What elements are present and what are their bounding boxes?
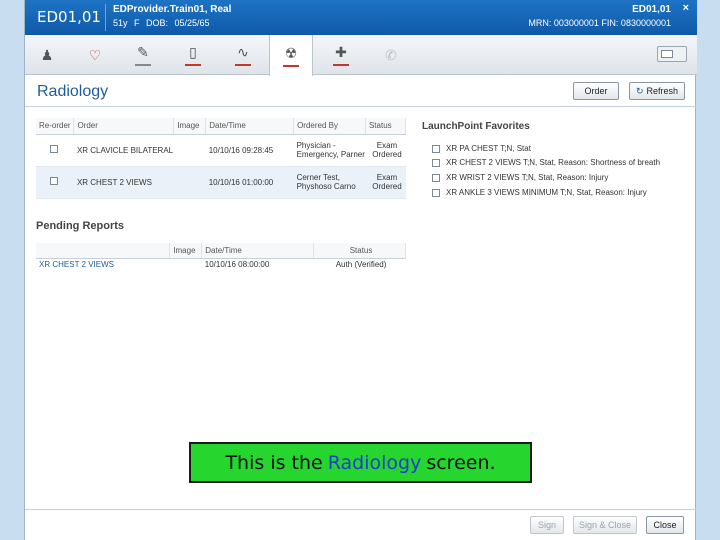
favorite-label: XR CHEST 2 VIEWS T;N, Stat, Reason: Shor…	[446, 158, 661, 167]
pending-reports-table: Image Date/Time Status XR CHEST 2 VIEWS …	[36, 243, 406, 271]
radiology-tab[interactable]: ☢	[269, 35, 313, 76]
close-button[interactable]: Close	[646, 516, 684, 534]
order-datetime: 10/10/16 01:00:00	[205, 166, 294, 199]
patient-ids: MRN: 003000001 FIN: 0830000001	[528, 18, 671, 28]
test-tube-icon: ▯	[189, 44, 197, 60]
page-title: Radiology	[37, 83, 109, 100]
caption-box: This is the Radiology screen.	[189, 442, 532, 483]
heart-button[interactable]: ♡	[73, 35, 117, 75]
refresh-icon: ↻	[635, 85, 644, 96]
order-status: Exam Ordered	[365, 134, 406, 167]
vitals-underline	[235, 64, 251, 66]
col-datetime[interactable]: Date/Time	[205, 118, 295, 135]
test-tube-button[interactable]: ▯	[171, 35, 215, 75]
vitals-icon: ∿	[237, 44, 249, 60]
medkit-icon: ✚	[335, 44, 347, 60]
header-divider	[25, 106, 697, 107]
stamp-button[interactable]: ♟	[25, 35, 69, 75]
footer-divider	[25, 509, 697, 510]
banner-divider	[105, 4, 106, 31]
order-datetime: 10/10/16 09:28:45	[205, 134, 294, 167]
order-button[interactable]: Order	[573, 82, 619, 100]
table-row[interactable]: XR CLAVICLE BILATERAL 10/10/16 09:28:45 …	[36, 134, 406, 167]
order-status: Exam Ordered	[365, 166, 406, 199]
radiation-icon: ☢	[284, 44, 298, 61]
reorder-checkbox[interactable]	[50, 177, 58, 185]
heart-icon: ♡	[88, 46, 102, 63]
order-image	[173, 134, 206, 167]
favorite-item[interactable]: XR WRIST 2 VIEWS T;N, Stat, Reason: Inju…	[432, 173, 608, 182]
caption-before: This is the	[225, 451, 323, 474]
location-label: ED01,01	[37, 8, 101, 26]
order-name: XR CHEST 2 VIEWS	[73, 166, 174, 199]
col-image[interactable]: Image	[169, 243, 203, 259]
table-row[interactable]: XR CHEST 2 VIEWS 10/10/16 08:00:00 Auth …	[36, 258, 406, 271]
stamp-icon: ♟	[40, 46, 54, 63]
phone-button[interactable]: ✆	[369, 35, 413, 75]
favorite-checkbox[interactable]	[432, 144, 440, 153]
caption-highlight: Radiology	[327, 451, 422, 474]
col-datetime[interactable]: Date/Time	[201, 243, 315, 259]
favorite-item[interactable]: XR CHEST 2 VIEWS T;N, Stat, Reason: Shor…	[432, 158, 660, 167]
favorite-item[interactable]: XR PA CHEST T;N, Stat	[432, 144, 531, 153]
col-status[interactable]: Status	[365, 118, 407, 135]
orders-table: Re-order Order Image Date/Time Ordered B…	[36, 118, 407, 199]
layout-toggle-button[interactable]	[657, 46, 687, 62]
col-reorder[interactable]: Re-order	[36, 118, 75, 135]
toolbar: ♟ ♡ ✎ ▯ ∿ ☢ ✚ ✆	[25, 35, 697, 76]
favorite-checkbox[interactable]	[432, 188, 440, 197]
order-ordered-by: Physician - Emergency, Parner	[293, 134, 366, 167]
favorite-label: XR ANKLE 3 VIEWS MINIMUM T;N, Stat, Reas…	[446, 188, 647, 197]
order-name: XR CLAVICLE BILATERAL	[73, 134, 174, 167]
reorder-checkbox[interactable]	[50, 145, 58, 153]
patient-banner: ED01,01 EDProvider.Train01, Real 51y F D…	[25, 0, 697, 35]
vitals-button[interactable]: ∿	[221, 35, 265, 75]
col-order[interactable]: Order	[73, 118, 175, 135]
col-image[interactable]: Image	[173, 118, 207, 135]
medkit-underline	[333, 64, 349, 66]
syringe-icon: ✎	[137, 44, 149, 60]
favorite-label: XR WRIST 2 VIEWS T;N, Stat, Reason: Inju…	[446, 173, 609, 182]
phone-icon: ✆	[385, 46, 397, 63]
col-status[interactable]: Status	[313, 243, 406, 259]
test-tube-underline	[185, 64, 201, 66]
refresh-button[interactable]: ↻ Refresh	[629, 82, 685, 100]
syringe-button[interactable]: ✎	[121, 35, 165, 75]
location-right: ED01,01	[632, 4, 671, 15]
report-status: Auth (Verified)	[335, 260, 387, 270]
order-image	[173, 166, 206, 199]
launchpoint-title: LaunchPoint Favorites	[422, 121, 530, 132]
col-ordered-by[interactable]: Ordered By	[293, 118, 366, 135]
favorite-item[interactable]: XR ANKLE 3 VIEWS MINIMUM T;N, Stat, Reas…	[432, 188, 647, 197]
sign-button[interactable]: Sign	[530, 516, 564, 534]
report-datetime: 10/10/16 08:00:00	[204, 260, 270, 270]
patient-demographics: 51y F DOB: 05/25/65	[113, 18, 210, 28]
syringe-underline	[135, 64, 151, 66]
sign-close-button[interactable]: Sign & Close	[573, 516, 637, 534]
radiology-underline	[283, 64, 299, 67]
favorite-checkbox[interactable]	[432, 173, 440, 182]
favorite-checkbox[interactable]	[432, 158, 440, 167]
patient-name[interactable]: EDProvider.Train01, Real	[113, 4, 231, 15]
report-link[interactable]: XR CHEST 2 VIEWS	[39, 260, 114, 269]
report-image	[170, 258, 202, 271]
favorite-label: XR PA CHEST T;N, Stat	[446, 144, 531, 153]
caption-after: screen.	[426, 451, 496, 474]
order-ordered-by: Cerner Test, Physhoso Carno	[293, 166, 366, 199]
table-row[interactable]: XR CHEST 2 VIEWS 10/10/16 01:00:00 Cerne…	[36, 166, 406, 199]
medkit-button[interactable]: ✚	[319, 35, 363, 75]
col-report[interactable]	[36, 243, 171, 259]
window-icon	[661, 50, 673, 58]
close-icon[interactable]: ×	[683, 2, 689, 14]
refresh-label: Refresh	[646, 86, 679, 96]
pending-reports-title: Pending Reports	[36, 220, 125, 232]
